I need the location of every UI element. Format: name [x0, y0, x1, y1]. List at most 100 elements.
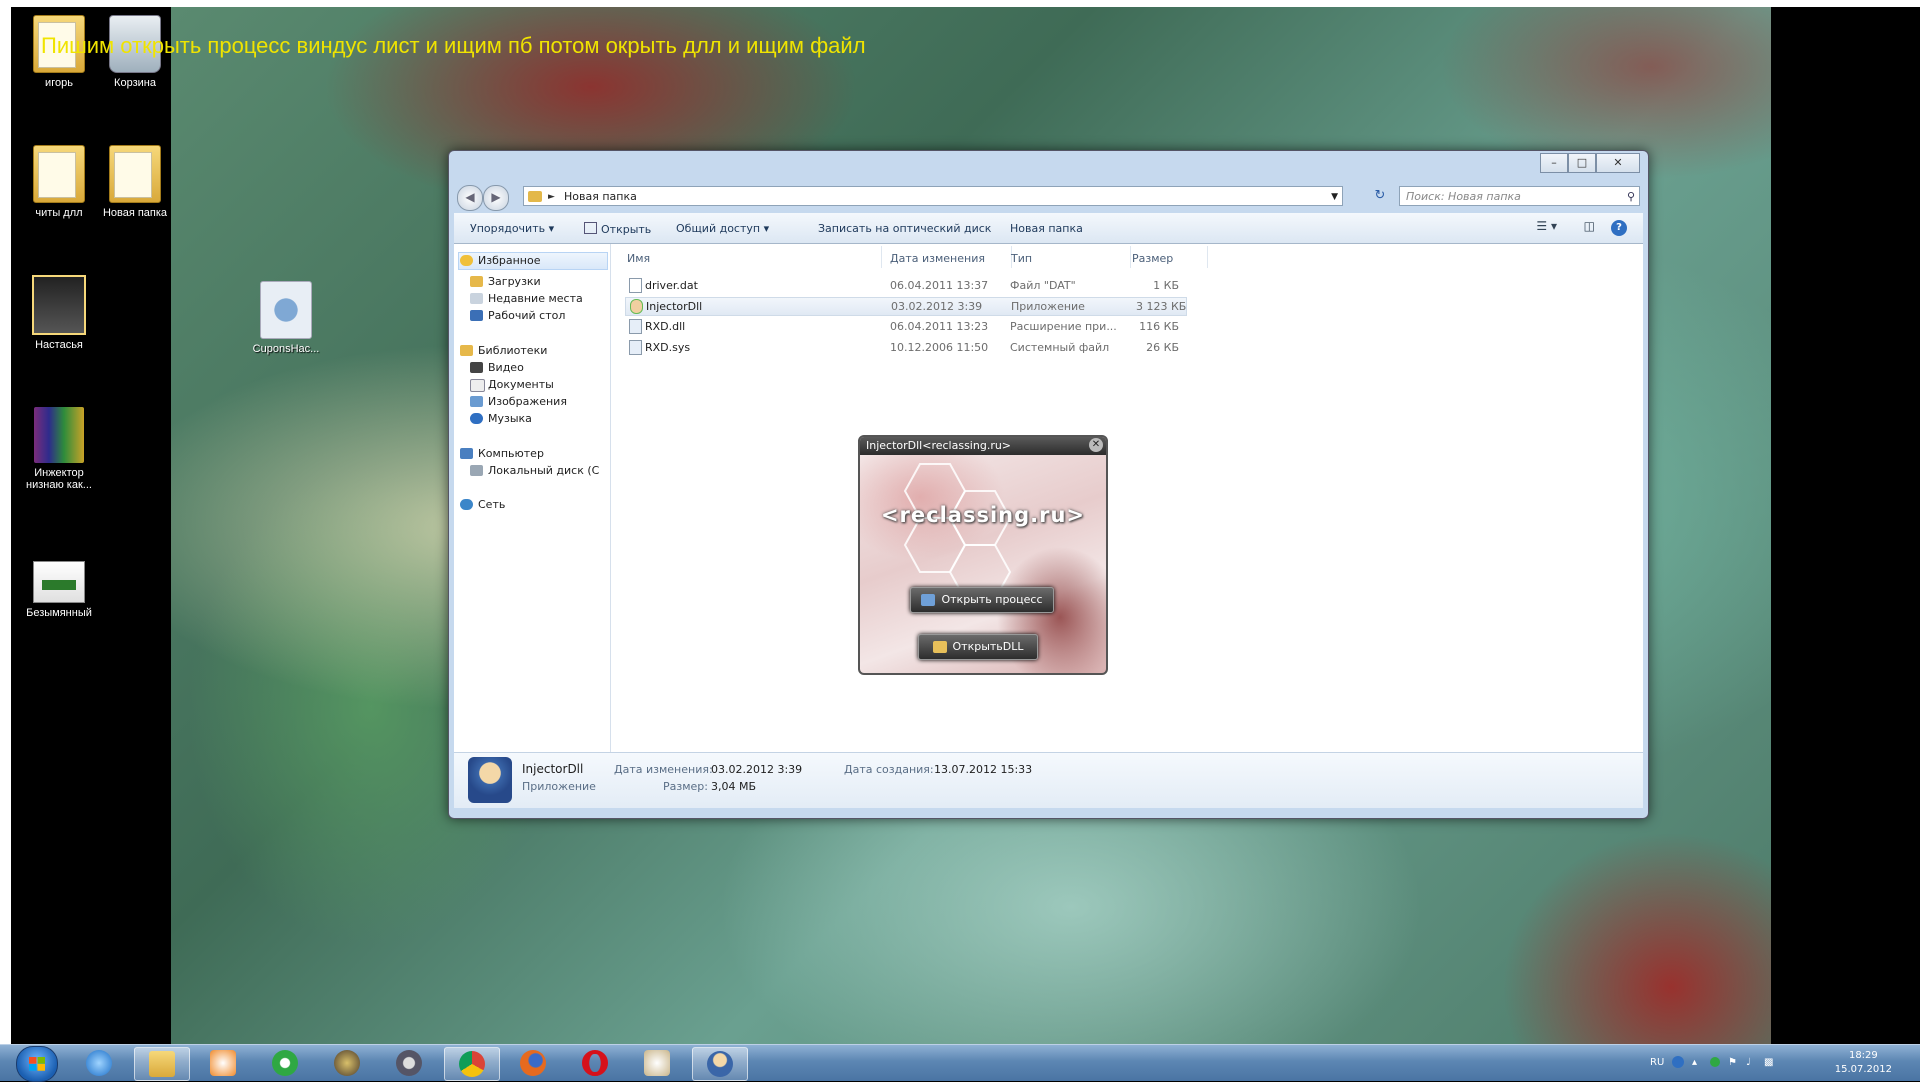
- file-size: 3 123 КБ: [1136, 300, 1187, 313]
- injector-dialog[interactable]: InjectorDll<reclassing.ru> ✕ <reclassing…: [858, 435, 1108, 675]
- open-button[interactable]: Открыть: [584, 222, 651, 236]
- desktop-icon-new-folder[interactable]: Новая папка: [97, 145, 173, 219]
- taskbar-chrome[interactable]: [444, 1047, 500, 1081]
- nav-music[interactable]: Музыка: [470, 412, 532, 425]
- breadcrumb-current[interactable]: Новая папка: [564, 190, 637, 203]
- utorrent-tray-icon[interactable]: [1710, 1057, 1720, 1067]
- details-modified-label: Дата изменения:: [614, 763, 713, 776]
- search-input[interactable]: Поиск: Новая папка ⚲: [1399, 186, 1640, 206]
- forward-button[interactable]: ▶: [483, 185, 509, 211]
- process-icon: [921, 594, 936, 606]
- desktop-icon-injector-archive[interactable]: Инжектор низнаю как...: [21, 407, 97, 491]
- table-row[interactable]: driver.dat 06.04.2011 13:37 Файл "DAT" 1…: [625, 277, 1185, 294]
- column-header-type[interactable]: Тип: [1011, 252, 1032, 265]
- nav-network[interactable]: Сеть: [460, 498, 506, 511]
- breadcrumb-chevron-icon[interactable]: ►: [548, 187, 555, 207]
- desktop-icon-untitled[interactable]: Безымянный: [21, 561, 97, 619]
- taskbar-media-player[interactable]: [196, 1047, 250, 1079]
- open-process-button[interactable]: Открыть процесс: [910, 587, 1054, 613]
- nav-desktop[interactable]: Рабочий стол: [470, 309, 565, 322]
- nav-libraries[interactable]: Библиотеки: [460, 344, 547, 357]
- start-button[interactable]: [16, 1046, 58, 1082]
- nav-label: Сеть: [478, 498, 506, 511]
- nav-documents[interactable]: Документы: [470, 378, 554, 392]
- file-size: 26 КБ: [1146, 341, 1179, 354]
- file-type: Расширение при...: [1010, 320, 1117, 333]
- injector-app-icon: [707, 1051, 733, 1077]
- taskbar-app[interactable]: [320, 1047, 374, 1079]
- help-icon[interactable]: ?: [1611, 220, 1627, 236]
- share-button[interactable]: Общий доступ ▾: [676, 222, 769, 235]
- address-bar[interactable]: ► Новая папка ▼: [523, 186, 1343, 206]
- column-divider[interactable]: [881, 246, 882, 268]
- help-icon[interactable]: [1672, 1056, 1684, 1068]
- taskbar-explorer[interactable]: [134, 1047, 190, 1081]
- taskbar-settings[interactable]: [382, 1047, 436, 1079]
- nav-label: Музыка: [488, 412, 532, 425]
- desktop-icon-nastasya[interactable]: Настасья: [21, 275, 97, 351]
- open-icon: [584, 222, 597, 234]
- action-center-flag-icon[interactable]: ⚑: [1728, 1057, 1737, 1068]
- libraries-icon: [460, 345, 473, 356]
- nav-local-disk[interactable]: Локальный диск (C: [470, 464, 599, 477]
- desktop-icon-cuponshac[interactable]: CuponsHac...: [248, 281, 324, 355]
- folder-icon: [109, 145, 161, 203]
- column-header-name[interactable]: Имя: [627, 252, 650, 265]
- language-indicator[interactable]: RU: [1650, 1057, 1664, 1068]
- nav-downloads[interactable]: Загрузки: [470, 275, 541, 288]
- close-icon[interactable]: ✕: [1089, 438, 1103, 452]
- desktop-icon-label: читы длл: [35, 207, 83, 219]
- maximize-button[interactable]: □: [1568, 153, 1596, 173]
- refresh-icon[interactable]: ↻: [1369, 186, 1391, 206]
- open-dll-button[interactable]: ОткрытьDLL: [918, 634, 1038, 660]
- address-dropdown-icon[interactable]: ▼: [1331, 187, 1338, 207]
- screen: игорь Корзина читы длл Новая папка Наста…: [0, 0, 1920, 1082]
- internet-explorer-icon: [86, 1050, 112, 1076]
- taskbar-internet-explorer[interactable]: [72, 1047, 126, 1079]
- open-label: Открыть: [601, 223, 652, 236]
- column-divider[interactable]: [1207, 246, 1208, 268]
- organize-button[interactable]: Упорядочить ▾: [470, 222, 554, 235]
- close-button[interactable]: ✕: [1596, 153, 1640, 173]
- view-options-icon[interactable]: ☰ ▾: [1536, 219, 1557, 233]
- nav-recent-places[interactable]: Недавние места: [470, 292, 583, 305]
- column-header-modified[interactable]: Дата изменения: [890, 252, 985, 265]
- back-button[interactable]: ◀: [457, 185, 483, 211]
- network-tray-icon[interactable]: ▩: [1764, 1057, 1773, 1068]
- column-divider[interactable]: [1130, 246, 1131, 268]
- opera-icon: [582, 1050, 608, 1076]
- table-row-selected[interactable]: InjectorDll 03.02.2012 3:39 Приложение 3…: [625, 297, 1187, 316]
- new-folder-button[interactable]: Новая папка: [1010, 222, 1083, 235]
- table-row[interactable]: RXD.sys 10.12.2006 11:50 Системный файл …: [625, 339, 1185, 356]
- nav-video[interactable]: Видео: [470, 361, 524, 374]
- injector-app-icon: [630, 299, 643, 314]
- minimize-button[interactable]: –: [1540, 153, 1568, 173]
- recent-places-icon: [470, 293, 483, 304]
- table-row[interactable]: RXD.dll 06.04.2011 13:23 Расширение при.…: [625, 318, 1185, 335]
- details-created-value: 13.07.2012 15:33: [934, 763, 1033, 776]
- taskbar-opera[interactable]: [568, 1047, 622, 1079]
- volume-icon[interactable]: ♩: [1746, 1057, 1751, 1068]
- details-modified-value: 03.02.2012 3:39: [711, 763, 803, 776]
- desktop-icon: [470, 310, 483, 321]
- taskbar-injector[interactable]: [692, 1047, 748, 1081]
- computer-icon: [460, 448, 473, 459]
- taskbar-firefox[interactable]: [506, 1047, 560, 1079]
- burn-button[interactable]: Записать на оптический диск: [818, 222, 991, 235]
- taskbar-utorrent[interactable]: [258, 1047, 312, 1079]
- injector-title-bar[interactable]: InjectorDll<reclassing.ru> ✕: [860, 437, 1106, 455]
- nav-favorites[interactable]: Избранное: [460, 254, 540, 267]
- column-header-size[interactable]: Размер: [1132, 252, 1173, 265]
- show-hidden-icons-icon[interactable]: ▴: [1692, 1057, 1697, 1068]
- navigation-pane: Избранное Загрузки Недавние места Рабочи…: [454, 244, 611, 752]
- desktop-icon-cheats-dll[interactable]: читы длл: [21, 145, 97, 219]
- nav-computer[interactable]: Компьютер: [460, 447, 544, 460]
- image-file-icon: [33, 561, 85, 603]
- nav-images[interactable]: Изображения: [470, 395, 567, 408]
- search-icon[interactable]: ⚲: [1627, 187, 1635, 207]
- clock[interactable]: 18:29 15.07.2012: [1835, 1049, 1892, 1077]
- taskbar-injector-doc[interactable]: [630, 1047, 684, 1079]
- winrar-archive-icon: [34, 407, 84, 463]
- utorrent-icon: [272, 1050, 298, 1076]
- preview-pane-icon[interactable]: ◫: [1584, 219, 1595, 233]
